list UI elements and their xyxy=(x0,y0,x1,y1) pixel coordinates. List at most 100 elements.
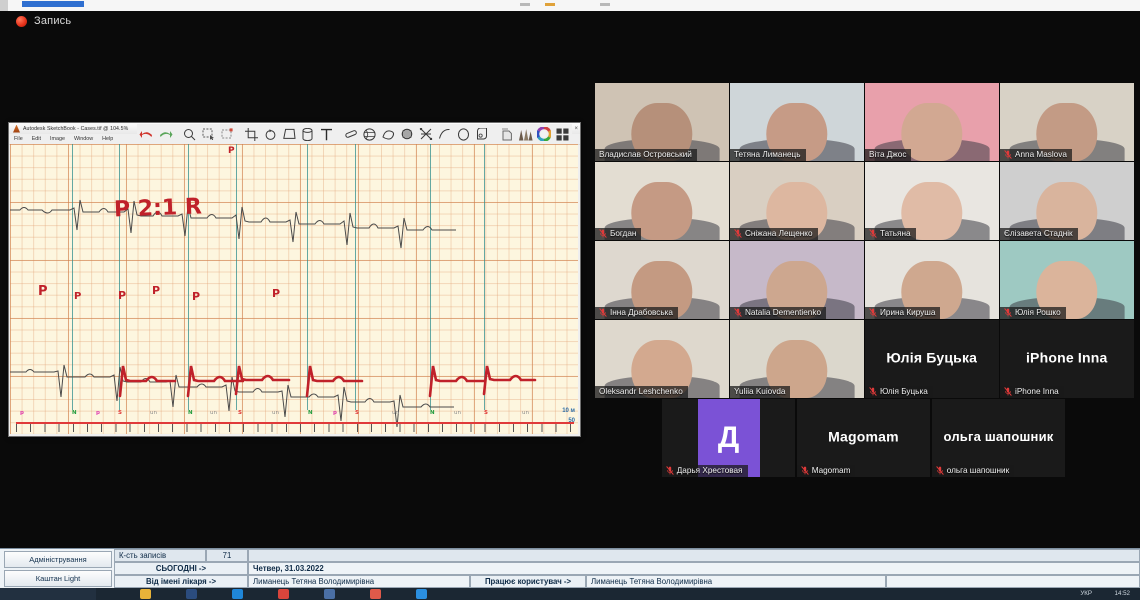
taskbar-icon-explorer[interactable] xyxy=(140,589,151,599)
kashtan-light-button[interactable]: Каштан Light xyxy=(4,570,112,587)
redo-icon[interactable] xyxy=(156,125,175,144)
zoom-icon[interactable] xyxy=(180,125,199,144)
muted-mic-icon xyxy=(869,228,877,238)
today-label: СЬОГОДНІ -> xyxy=(114,562,248,575)
beat-label: un xyxy=(210,410,217,416)
close-icon[interactable]: × xyxy=(574,126,578,132)
user-value: Лиманець Тетяна Володимирівна xyxy=(586,575,886,588)
taskbar-icon-media[interactable] xyxy=(278,589,289,599)
participant-tile[interactable]: Татьяна xyxy=(865,162,999,240)
participant-tile[interactable]: Д Дарья Хрестовая xyxy=(661,399,796,477)
lagoon-squares-icon[interactable] xyxy=(553,125,572,144)
taskbar-icon-zoom[interactable] xyxy=(416,589,427,599)
participant-nametag: Інна Драбовська xyxy=(595,306,678,319)
participant-nametag: Татьяна xyxy=(865,227,916,240)
guides-icon[interactable] xyxy=(417,125,436,144)
participant-nametag: Владислав Островський xyxy=(595,148,697,161)
menu-help[interactable]: Help xyxy=(102,136,113,142)
participant-tile[interactable]: Сніжана Лещенко xyxy=(730,162,864,240)
menu-window[interactable]: Window xyxy=(74,136,93,142)
sketchbook-toolbar[interactable] xyxy=(137,124,572,144)
eraser-icon[interactable] xyxy=(342,125,361,144)
today-row: СЬОГОДНІ -> Четвер, 31.03.2022 xyxy=(114,562,1140,575)
beat-label: S xyxy=(118,410,122,416)
participant-tile[interactable]: Інна Драбовська xyxy=(595,241,729,319)
transform-icon[interactable] xyxy=(261,125,280,144)
marquee-add-icon[interactable] xyxy=(218,125,237,144)
participant-nametag: Юлія Рошко xyxy=(1000,306,1066,319)
participant-tile[interactable]: Юлія Рошко xyxy=(1000,241,1134,319)
participant-name: Інна Драбовська xyxy=(610,307,673,317)
taskbar-icon-tool[interactable] xyxy=(324,589,335,599)
ruler-icon[interactable] xyxy=(473,125,492,144)
cylinder-icon[interactable] xyxy=(298,125,317,144)
participant-name: Дарья Хрестовая xyxy=(676,465,743,475)
p-marker: P xyxy=(192,290,201,303)
taskbar-icon-browser[interactable] xyxy=(232,589,243,599)
curve-icon[interactable] xyxy=(435,125,454,144)
symmetry-icon[interactable] xyxy=(398,125,417,144)
crop-icon[interactable] xyxy=(242,125,261,144)
menu-edit[interactable]: Edit xyxy=(32,136,41,142)
muted-mic-icon xyxy=(1004,149,1012,159)
fill-icon[interactable] xyxy=(360,125,379,144)
taskbar[interactable]: УКР 14:52 xyxy=(0,588,1140,600)
marquee-select-icon[interactable] xyxy=(199,125,218,144)
participant-tile[interactable]: Богдан xyxy=(595,162,729,240)
participant-tile[interactable]: Oleksandr Leshchenko xyxy=(595,320,729,398)
admin-button[interactable]: Адміністрування xyxy=(4,551,112,568)
record-dot-icon xyxy=(16,15,27,27)
menu-image[interactable]: Image xyxy=(50,136,65,142)
participant-display-name: ольга шапошник xyxy=(943,428,1054,444)
participant-tile[interactable]: Тетяна Лиманець xyxy=(730,83,864,161)
participant-tile[interactable]: Юлія Буцька Юлія Буцька xyxy=(865,320,999,398)
beat-label: un xyxy=(454,410,461,416)
participant-nametag: Віта Джос xyxy=(865,148,912,161)
taskbar-language[interactable]: УКР xyxy=(1080,590,1092,597)
video-grid: Владислав Островський Тетяна Лиманець Віта… xyxy=(595,83,1134,479)
participant-tile[interactable]: ольга шапошник ольга шапошник xyxy=(931,399,1066,477)
participant-tile[interactable]: Natalia Dementienko xyxy=(730,241,864,319)
muted-mic-icon xyxy=(935,465,944,475)
participant-name: Богдан xyxy=(610,228,637,238)
brushes-icon[interactable] xyxy=(516,125,535,144)
participant-tile[interactable]: Єлізавета Стаднік xyxy=(1000,162,1134,240)
participant-nametag: Anna Maslova xyxy=(1000,148,1072,161)
taskbar-icon-app[interactable] xyxy=(186,589,197,599)
participant-tile[interactable]: Віта Джос xyxy=(865,83,999,161)
color-wheel-icon[interactable] xyxy=(535,125,554,144)
beat-label: S xyxy=(238,410,242,416)
muted-mic-icon xyxy=(599,228,607,238)
beat-label: p xyxy=(333,410,337,416)
beat-label: p xyxy=(20,410,24,416)
beat-label: N xyxy=(72,410,77,416)
participant-tile[interactable]: Anna Maslova xyxy=(1000,83,1134,161)
participant-nametag: Ирина Кируша xyxy=(865,306,941,319)
layers-icon[interactable] xyxy=(497,125,516,144)
taskbar-icon-mail[interactable] xyxy=(370,589,381,599)
muted-mic-icon xyxy=(869,386,877,396)
user-label: Працює користувач -> xyxy=(470,575,586,588)
ellipse-icon[interactable] xyxy=(454,125,473,144)
participant-tile[interactable]: Ирина Кируша xyxy=(865,241,999,319)
smudge-icon[interactable] xyxy=(379,125,398,144)
participant-tile[interactable]: iPhone Inna iPhone Inna xyxy=(1000,320,1134,398)
participant-tile[interactable]: Yuliia Kuiovda xyxy=(730,320,864,398)
medical-app-panel: Адміністрування Каштан Light К-сть запис… xyxy=(0,548,1140,589)
text-icon[interactable] xyxy=(317,125,336,144)
recording-label: Запись xyxy=(34,15,72,27)
muted-mic-icon xyxy=(869,307,877,317)
undo-icon[interactable] xyxy=(137,125,156,144)
records-label: К-сть записів xyxy=(114,549,206,562)
participant-tile[interactable]: Владислав Островський xyxy=(595,83,729,161)
ecg-traces xyxy=(10,199,537,428)
menu-file[interactable]: File xyxy=(14,136,23,142)
ecg-canvas[interactable]: P 2:1 R P P P P P P P P p N p S un N un … xyxy=(10,144,578,434)
beat-label: un xyxy=(522,410,529,416)
ecg-annotation-ratio: P 2:1 R xyxy=(113,194,203,223)
sketchbook-window[interactable]: Autodesk SketchBook - Cases.tif @ 104.5%… xyxy=(8,122,581,437)
participant-nametag: Богдан xyxy=(595,227,642,240)
distort-icon[interactable] xyxy=(280,125,299,144)
participant-tile[interactable]: Magomam Magomam xyxy=(796,399,931,477)
taskbar-clock[interactable]: 14:52 xyxy=(1115,590,1130,597)
